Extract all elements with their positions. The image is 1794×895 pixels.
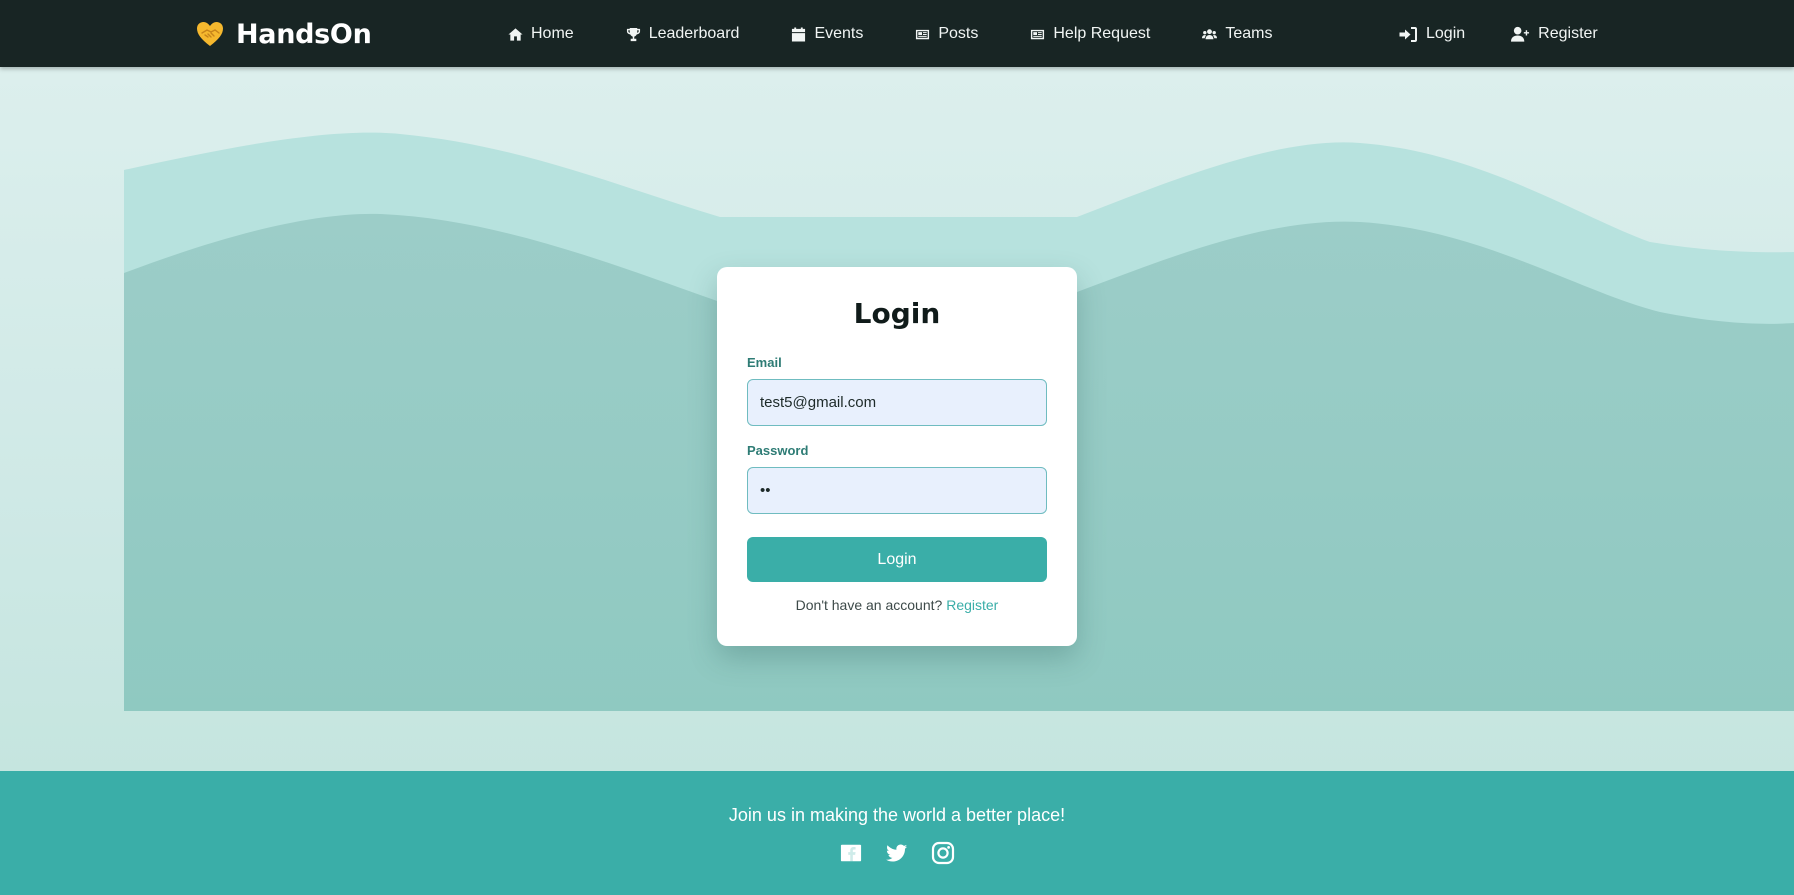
nav-login[interactable]: Login xyxy=(1399,25,1465,43)
nav-register[interactable]: Register xyxy=(1511,25,1598,43)
handshake-heart-icon xyxy=(195,19,225,49)
login-card: Login Email test5@gmail.com Password •• … xyxy=(717,267,1077,646)
nav-item-home[interactable]: Home xyxy=(508,25,574,43)
nav-item-help-request[interactable]: Help Request xyxy=(1030,25,1150,43)
brand[interactable]: HandsOn xyxy=(195,17,372,51)
home-icon xyxy=(508,27,523,41)
login-button[interactable]: Login xyxy=(747,537,1047,582)
password-value: •• xyxy=(760,482,771,499)
auth-nav: Login Register xyxy=(1399,20,1598,48)
twitter-icon[interactable] xyxy=(885,841,909,865)
nav-item-posts[interactable]: Posts xyxy=(915,25,978,43)
nav-item-label: Home xyxy=(531,25,574,42)
nav-register-label: Register xyxy=(1538,25,1598,42)
register-link[interactable]: Register xyxy=(946,597,998,613)
main-nav: Home Leaderboard Events Posts Help Reque… xyxy=(508,20,1272,48)
register-prompt: Don't have an account? Register xyxy=(717,597,1077,613)
calendar-icon xyxy=(792,26,806,42)
password-field[interactable]: •• xyxy=(747,467,1047,514)
email-field[interactable]: test5@gmail.com xyxy=(747,379,1047,426)
login-title: Login xyxy=(853,297,941,330)
nav-item-label: Teams xyxy=(1225,25,1273,42)
newspaper-icon xyxy=(1031,29,1045,39)
nav-item-label: Help Request xyxy=(1053,25,1151,42)
sign-in-icon xyxy=(1399,26,1417,42)
nav-item-events[interactable]: Events xyxy=(791,25,863,43)
email-label: Email xyxy=(747,355,782,370)
navbar: HandsOn Home Leaderboard Events Posts He… xyxy=(0,0,1794,67)
main-content: Login Email test5@gmail.com Password •• … xyxy=(0,67,1794,771)
newspaper-icon xyxy=(916,29,930,39)
nav-item-label: Events xyxy=(814,25,864,42)
footer-tagline: Join us in making the world a better pla… xyxy=(728,805,1066,825)
users-icon xyxy=(1202,28,1218,39)
nav-item-teams[interactable]: Teams xyxy=(1202,25,1272,43)
user-plus-icon xyxy=(1511,26,1530,42)
email-value: test5@gmail.com xyxy=(760,394,877,411)
instagram-icon[interactable] xyxy=(931,841,955,865)
trophy-icon xyxy=(626,27,640,41)
nav-login-label: Login xyxy=(1426,25,1466,42)
nav-item-label: Leaderboard xyxy=(648,25,740,42)
social-links xyxy=(0,841,1794,865)
password-label: Password xyxy=(747,443,809,458)
no-account-text: Don't have an account? xyxy=(795,597,943,613)
footer: Join us in making the world a better pla… xyxy=(0,771,1794,895)
facebook-icon[interactable] xyxy=(839,841,863,865)
brand-name: HandsOn xyxy=(236,18,372,50)
nav-item-leaderboard[interactable]: Leaderboard xyxy=(626,25,740,43)
nav-item-label: Posts xyxy=(938,25,979,42)
